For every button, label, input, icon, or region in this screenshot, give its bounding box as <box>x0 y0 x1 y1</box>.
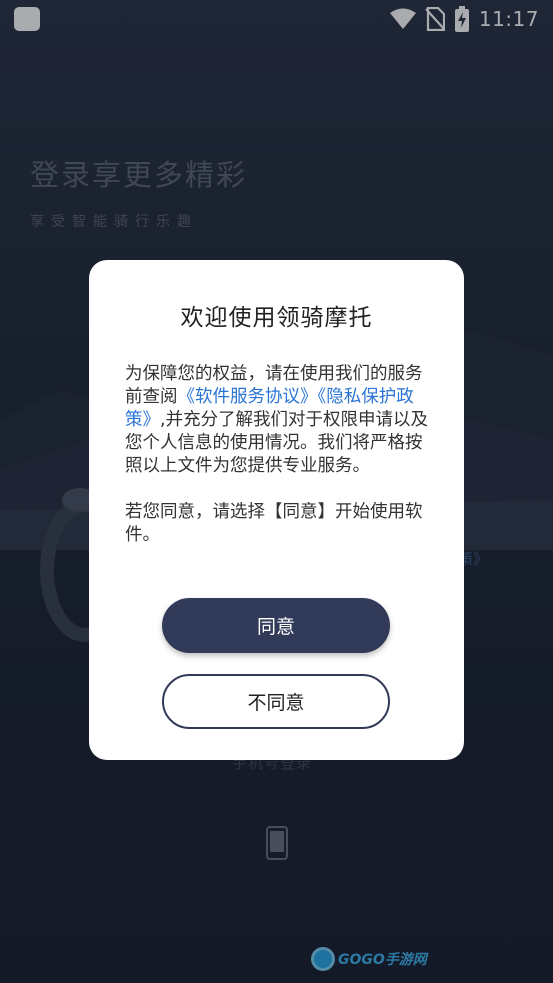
service-agreement-link[interactable]: 《软件服务协议》 <box>178 387 318 407</box>
consent-dialog: 欢迎使用领骑摩托 为保障您的权益，请在使用我们的服务前查阅《软件服务协议》《隐私… <box>89 260 464 760</box>
dialog-title: 欢迎使用领骑摩托 <box>180 305 373 331</box>
dialog-consent-text: 若您同意，请选择【同意】开始使用软件。 <box>125 502 423 545</box>
dialog-body: 为保障您的权益，请在使用我们的服务前查阅《软件服务协议》《隐私保护政策》,并充分… <box>125 363 433 547</box>
dialog-body-suffix: ,并充分了解我们对于权限申请以及您个人信息的使用情况。我们将严格按照以上文件为您… <box>125 410 429 476</box>
dialog-terms-paragraph: 为保障您的权益，请在使用我们的服务前查阅《软件服务协议》《隐私保护政策》,并充分… <box>125 363 433 478</box>
agree-button[interactable]: 同意 <box>162 598 390 653</box>
disagree-button[interactable]: 不同意 <box>162 674 390 729</box>
